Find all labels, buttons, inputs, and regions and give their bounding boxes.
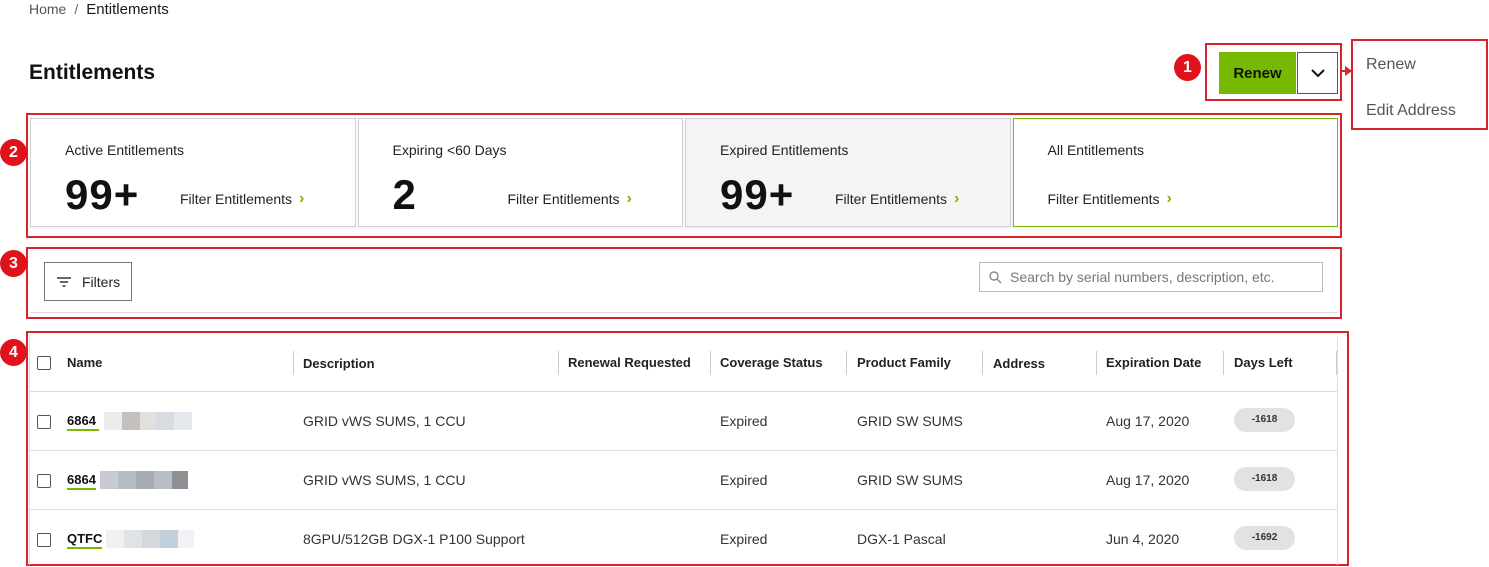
days-left-badge: -1692 — [1234, 526, 1295, 550]
card-count: 2 — [392, 171, 417, 218]
column-divider — [1336, 351, 1337, 375]
row-description: GRID vWS SUMS, 1 CCU — [303, 413, 466, 429]
filter-entitlements-link[interactable]: Filter Entitlements › — [508, 190, 632, 208]
menu-item-renew[interactable]: Renew — [1366, 56, 1416, 74]
chevron-right-icon: › — [954, 190, 960, 207]
search-placeholder: Search by serial numbers, description, e… — [1010, 269, 1275, 285]
breadcrumb-separator: / — [74, 1, 79, 17]
chevron-right-icon: › — [299, 190, 305, 207]
annotation-badge-2: 2 — [0, 139, 27, 166]
row-divider — [30, 509, 1337, 510]
breadcrumb: Home / Entitlements — [29, 0, 169, 18]
column-header-product-family[interactable]: Product Family — [857, 355, 951, 373]
filter-entitlements-link[interactable]: Filter Entitlements › — [1048, 190, 1172, 208]
renew-dropdown-menu: Renew Edit Address — [1351, 39, 1488, 130]
column-header-renewal-requested[interactable]: Renewal Requested — [568, 355, 691, 373]
row-description: GRID vWS SUMS, 1 CCU — [303, 472, 466, 488]
redacted-serial — [100, 471, 188, 489]
column-header-coverage-status[interactable]: Coverage Status — [720, 355, 823, 373]
menu-item-edit-address[interactable]: Edit Address — [1366, 102, 1456, 120]
card-expired-entitlements[interactable]: Expired Entitlements 99+ Filter Entitlem… — [685, 118, 1011, 227]
breadcrumb-current: Entitlements — [86, 1, 169, 18]
column-divider — [1096, 351, 1097, 375]
row-coverage-status: Expired — [720, 472, 768, 488]
days-left-badge: -1618 — [1234, 408, 1295, 432]
row-checkbox[interactable] — [37, 415, 51, 429]
column-divider — [558, 351, 559, 375]
column-divider — [846, 351, 847, 375]
summary-cards: Active Entitlements 99+ Filter Entitleme… — [30, 118, 1338, 227]
days-left-badge: -1618 — [1234, 467, 1295, 491]
card-all-entitlements[interactable]: All Entitlements Filter Entitlements › — [1012, 118, 1338, 227]
row-expiration-date: Jun 4, 2020 — [1106, 531, 1180, 547]
annotation-badge-1: 1 — [1174, 54, 1201, 81]
filter-entitlements-link[interactable]: Filter Entitlements › — [180, 190, 304, 208]
row-divider — [30, 450, 1337, 451]
filter-link-label: Filter Entitlements — [1047, 191, 1160, 207]
redacted-serial — [106, 530, 194, 548]
chevron-right-icon: › — [626, 190, 632, 207]
search-icon — [989, 270, 1002, 283]
row-product-family: GRID SW SUMS — [857, 472, 963, 488]
page-title: Entitlements — [29, 61, 156, 84]
card-label: All Entitlements — [1047, 142, 1144, 158]
row-expiration-date: Aug 17, 2020 — [1106, 472, 1190, 488]
row-product-family: DGX-1 Pascal — [857, 531, 946, 547]
redacted-serial — [104, 412, 192, 430]
filter-link-label: Filter Entitlements — [180, 191, 293, 207]
column-divider — [1223, 351, 1224, 375]
chevron-down-icon — [1310, 69, 1325, 78]
column-header-days-left[interactable]: Days Left — [1234, 355, 1293, 373]
column-header-address[interactable]: Address — [993, 356, 1045, 374]
card-count: 99+ — [720, 171, 795, 218]
filters-button[interactable]: Filters — [44, 262, 132, 301]
column-header-description[interactable]: Description — [303, 356, 375, 374]
filter-link-label: Filter Entitlements — [835, 191, 948, 207]
column-divider — [982, 351, 983, 375]
filters-button-label: Filters — [82, 273, 121, 290]
card-label: Expiring <60 Days — [392, 142, 507, 158]
card-label: Active Entitlements — [65, 142, 185, 158]
annotation-badge-3: 3 — [0, 250, 27, 277]
search-input[interactable]: Search by serial numbers, description, e… — [979, 262, 1323, 292]
filter-link-label: Filter Entitlements — [507, 191, 620, 207]
renew-button[interactable]: Renew — [1219, 52, 1296, 94]
entitlement-name-link[interactable]: 6864 — [67, 413, 99, 431]
annotation-badge-4: 4 — [0, 339, 27, 366]
entitlements-table: Name Description Renewal Requested Cover… — [29, 337, 1338, 565]
select-all-checkbox[interactable] — [37, 356, 51, 370]
row-expiration-date: Aug 17, 2020 — [1106, 413, 1190, 429]
renew-dropdown-toggle[interactable] — [1297, 52, 1338, 94]
column-divider — [293, 351, 294, 375]
entitlement-name-link[interactable]: QTFC — [67, 531, 103, 549]
column-header-expiration-date[interactable]: Expiration Date — [1106, 355, 1201, 373]
filter-icon — [57, 276, 71, 287]
breadcrumb-home-link[interactable]: Home — [29, 1, 66, 17]
filter-bar-divider — [30, 312, 1338, 313]
row-coverage-status: Expired — [720, 531, 768, 547]
row-checkbox[interactable] — [37, 474, 51, 488]
column-divider — [710, 351, 711, 375]
row-checkbox[interactable] — [37, 533, 51, 547]
row-description: 8GPU/512GB DGX-1 P100 Support — [303, 531, 525, 547]
column-header-name[interactable]: Name — [67, 355, 102, 373]
card-expiring-entitlements[interactable]: Expiring <60 Days 2 Filter Entitlements › — [357, 118, 683, 227]
card-label: Expired Entitlements — [720, 142, 849, 158]
header-divider — [30, 391, 1337, 392]
card-active-entitlements[interactable]: Active Entitlements 99+ Filter Entitleme… — [30, 118, 356, 227]
chevron-right-icon: › — [1166, 190, 1172, 207]
row-coverage-status: Expired — [720, 413, 768, 429]
entitlement-name-link[interactable]: 6864 — [67, 472, 96, 490]
card-count: 99+ — [65, 171, 140, 218]
filter-entitlements-link[interactable]: Filter Entitlements › — [835, 190, 959, 208]
row-product-family: GRID SW SUMS — [857, 413, 963, 429]
